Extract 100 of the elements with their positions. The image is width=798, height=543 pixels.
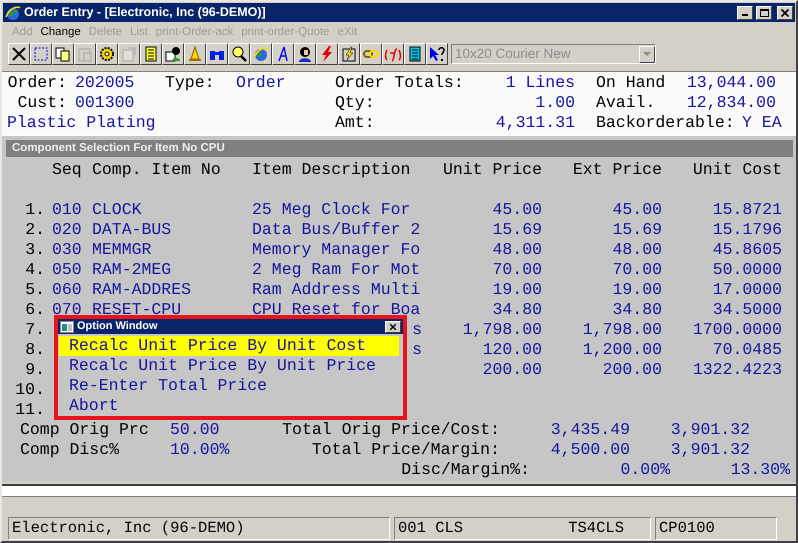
field-value: 10.00% <box>170 440 230 460</box>
field-label: Avail. <box>596 93 656 113</box>
toolbar-button[interactable] <box>206 43 228 65</box>
toolbar-button[interactable] <box>360 43 382 65</box>
field-value: 001300 <box>75 93 136 113</box>
price-value: 19.00 <box>491 280 542 300</box>
option-item[interactable]: Recalc Unit Price By Unit Cost <box>59 336 399 356</box>
window-icon <box>60 320 74 332</box>
toolbar-button[interactable] <box>316 43 338 65</box>
toolbar-button[interactable] <box>30 43 52 65</box>
status-pane: Electronic, Inc (96-DEMO) <box>8 517 390 540</box>
close-button[interactable] <box>777 6 793 20</box>
menu-item[interactable]: Change <box>36 24 85 42</box>
price-value: 1,798.00 <box>462 320 542 340</box>
price-value: 200.00 <box>482 360 542 380</box>
item-number: DATA-BUS <box>92 220 172 240</box>
line-number: 6. <box>24 300 45 320</box>
toolbar-button[interactable] <box>404 43 426 65</box>
field-value: 1 Lines <box>504 73 575 93</box>
price-value: 48.00 <box>491 240 542 260</box>
field-label: Total Price/Margin: <box>310 440 500 460</box>
line-number: 11. <box>14 400 45 420</box>
option-item[interactable]: Re-Enter Total Price <box>59 376 399 396</box>
item-description: 25 Meg Clock For <box>252 200 412 220</box>
cost-value: 15.8721 <box>712 200 782 220</box>
price-value: 48.00 <box>611 240 662 260</box>
status-pane: CP0100 <box>655 517 777 540</box>
maximize-button[interactable] <box>756 6 772 20</box>
toolbar-button[interactable] <box>52 43 74 65</box>
properties-icon <box>120 45 138 63</box>
price-value: 45.00 <box>611 200 662 220</box>
seq-number: 050 <box>52 260 83 280</box>
price-value: 15.69 <box>611 220 662 240</box>
toolbar-button[interactable] <box>250 43 272 65</box>
field-value: 3,435.49 <box>550 420 630 440</box>
toolbar-button[interactable] <box>382 43 404 65</box>
cost-value: 45.8605 <box>712 240 782 260</box>
status-text: 001 CLS <box>398 518 464 539</box>
field-label: Total Orig Price/Cost: <box>281 420 500 440</box>
person-icon <box>296 45 314 63</box>
option-item[interactable]: Abort <box>59 396 399 416</box>
close-icon <box>10 45 28 63</box>
status-text: TS4CLS <box>568 518 624 539</box>
toolbar-button[interactable] <box>338 43 360 65</box>
toolbar-button[interactable] <box>8 43 30 65</box>
line-number: 3. <box>24 240 45 260</box>
line-number: 2. <box>24 220 45 240</box>
line-number: 7. <box>24 320 45 340</box>
toolbar-button[interactable] <box>140 43 162 65</box>
cost-value: 34.5000 <box>712 300 782 320</box>
field-value: 3,901.32 <box>670 440 750 460</box>
price-value: 1,798.00 <box>582 320 662 340</box>
toolbar-button[interactable] <box>272 43 294 65</box>
line-number: 4. <box>24 260 45 280</box>
field-value: Order <box>236 73 287 93</box>
toolbar-button[interactable] <box>96 43 118 65</box>
field-label: On Hand <box>596 73 666 93</box>
field-label: Cust: <box>16 93 67 113</box>
item-number: CLOCK <box>92 200 143 220</box>
gear-icon <box>98 45 116 63</box>
toolbar-button[interactable] <box>184 43 206 65</box>
line-number: 8. <box>24 340 45 360</box>
option-item[interactable]: Recalc Unit Price By Unit Price <box>59 356 399 376</box>
toolbar-button[interactable] <box>228 43 250 65</box>
line-number: 9. <box>24 360 45 380</box>
close-icon <box>780 8 790 18</box>
caret-icon <box>643 52 651 56</box>
window-title: Option Window <box>77 319 158 334</box>
toolbar-button[interactable] <box>294 43 316 65</box>
minimize-button[interactable] <box>737 6 753 20</box>
column-header: Comp. Item No <box>92 160 222 180</box>
field-value: 4,311.31 <box>494 113 575 133</box>
cost-value: 70.0485 <box>712 340 782 360</box>
seq-number: 070 <box>52 300 83 320</box>
globe-icon <box>252 45 270 63</box>
field-value: 13.30% <box>730 460 790 480</box>
column-header: Unit Price <box>442 160 542 180</box>
column-header: Ext Price <box>572 160 662 180</box>
field-value: 0.00% <box>619 460 670 480</box>
item-description: 2 Meg Ram For Mot <box>252 260 422 280</box>
seq-number: 060 <box>52 280 83 300</box>
field-label: Order Totals: <box>335 73 465 93</box>
close-button[interactable] <box>385 320 401 332</box>
line-number: 5. <box>24 280 45 300</box>
field-value: 202005 <box>75 73 136 93</box>
item-description: Data Bus/Buffer 2 <box>252 220 422 240</box>
field-label: Type: <box>165 73 216 93</box>
field-value: 4,500.00 <box>550 440 630 460</box>
item-description: Ram Address Multi <box>252 280 422 300</box>
field-value: 13,044.00 <box>686 73 776 93</box>
seq-number: 010 <box>52 200 83 220</box>
person-document-icon <box>164 45 182 63</box>
toolbar-button[interactable] <box>162 43 184 65</box>
lightning-document-icon <box>340 45 358 63</box>
field-label: Backorderable: <box>596 113 736 133</box>
magnifier-icon <box>230 45 248 63</box>
toolbar-button[interactable] <box>426 43 448 65</box>
cost-value: 1700.0000 <box>692 320 782 340</box>
field-value: 3,901.32 <box>670 420 750 440</box>
copy-icon <box>54 45 72 63</box>
